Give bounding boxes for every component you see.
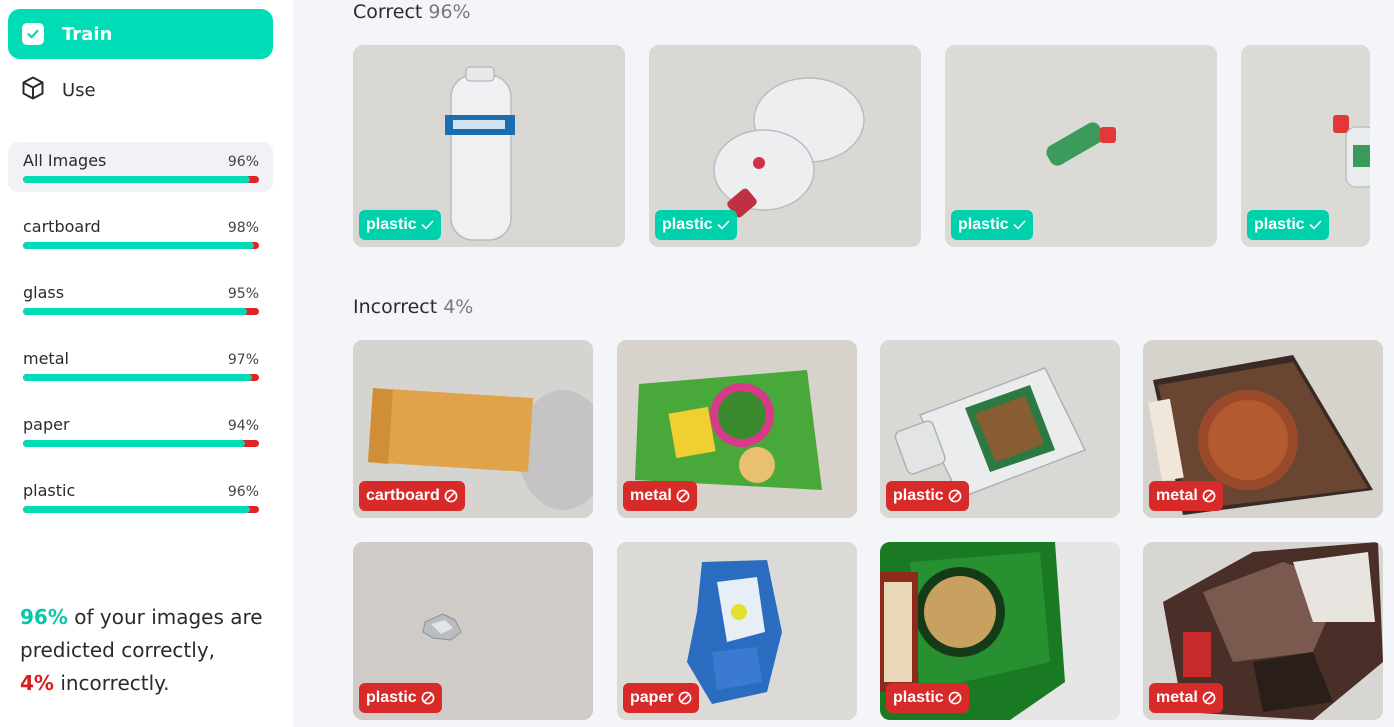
prediction-label: plastic — [366, 689, 417, 706]
summary-incorrect-percent: 4% — [20, 671, 54, 695]
section-title-percent: 96% — [428, 1, 471, 23]
accuracy-bar — [23, 374, 259, 381]
category-name: cartboard — [23, 217, 101, 236]
prediction-badge: paper — [623, 683, 699, 713]
section-title-percent: 4% — [443, 296, 474, 318]
checkmark-icon — [717, 219, 730, 231]
sidebar: Train Use All Images 96% cartboard 98% gla… — [0, 0, 293, 727]
accuracy-bar-fill — [23, 242, 255, 249]
category-percent: 94% — [227, 418, 259, 434]
checkmark-icon — [1013, 219, 1026, 231]
category-percent: 98% — [227, 220, 259, 236]
image-card[interactable]: metal — [1143, 542, 1383, 720]
prediction-badge: plastic — [886, 481, 969, 511]
image-card[interactable]: plastic — [649, 45, 921, 247]
nav-train-label: Train — [62, 23, 113, 45]
nav-use-button[interactable]: Use — [8, 66, 273, 114]
incorrect-section-title: Incorrect 4% — [353, 296, 473, 318]
category-glass[interactable]: glass 95% — [8, 274, 273, 324]
prohibited-icon — [676, 489, 690, 503]
category-name: glass — [23, 283, 65, 302]
summary-text-2: predicted correctly, — [20, 638, 216, 662]
category-percent: 96% — [227, 484, 259, 500]
category-cartboard[interactable]: cartboard 98% — [8, 208, 273, 258]
image-card[interactable]: plastic — [1241, 45, 1370, 247]
nav-use-label: Use — [62, 79, 96, 101]
category-plastic[interactable]: plastic 96% — [8, 472, 273, 522]
checkbox-icon — [22, 23, 44, 45]
category-metal[interactable]: metal 97% — [8, 340, 273, 390]
accuracy-summary: 96% of your images are predicted correct… — [20, 601, 280, 700]
summary-correct-percent: 96% — [20, 605, 68, 629]
image-card[interactable]: plastic — [880, 542, 1120, 720]
category-percent: 97% — [227, 352, 259, 368]
prediction-label: metal — [1156, 487, 1198, 504]
prediction-badge: plastic — [359, 683, 442, 713]
accuracy-bar — [23, 242, 259, 249]
accuracy-bar-fill — [23, 506, 250, 513]
prohibited-icon — [1202, 489, 1216, 503]
prediction-badge: plastic — [886, 683, 969, 713]
image-card[interactable]: metal — [617, 340, 857, 518]
prediction-badge: metal — [1149, 481, 1223, 511]
prediction-label: plastic — [893, 487, 944, 504]
prediction-label: metal — [630, 487, 672, 504]
image-card[interactable]: plastic — [353, 542, 593, 720]
prediction-label: plastic — [958, 216, 1009, 233]
prediction-label: plastic — [366, 216, 417, 233]
accuracy-bar-fill — [23, 374, 252, 381]
accuracy-bar — [23, 176, 259, 183]
category-paper[interactable]: paper 94% — [8, 406, 273, 456]
category-percent: 95% — [227, 286, 259, 302]
checkmark-icon — [1309, 219, 1322, 231]
prediction-badge: metal — [1149, 683, 1223, 713]
section-title-text: Correct — [353, 1, 423, 23]
prohibited-icon — [444, 489, 458, 503]
section-title-text: Incorrect — [353, 296, 438, 318]
prediction-label: metal — [1156, 689, 1198, 706]
image-card[interactable]: cartboard — [353, 340, 593, 518]
prediction-label: plastic — [1254, 216, 1305, 233]
prediction-badge: plastic — [359, 210, 441, 240]
image-card[interactable]: plastic — [880, 340, 1120, 518]
category-name: paper — [23, 415, 70, 434]
image-card[interactable]: paper — [617, 542, 857, 720]
prediction-badge: metal — [623, 481, 697, 511]
summary-text-3: incorrectly. — [53, 671, 170, 695]
accuracy-bar — [23, 506, 259, 513]
prohibited-icon — [948, 691, 962, 705]
category-all-images[interactable]: All Images 96% — [8, 142, 273, 192]
summary-text-1: of your images are — [67, 605, 263, 629]
prohibited-icon — [1202, 691, 1216, 705]
cube-icon — [20, 75, 46, 105]
category-name: plastic — [23, 481, 76, 500]
prediction-badge: plastic — [951, 210, 1033, 240]
prediction-label: plastic — [662, 216, 713, 233]
category-name: All Images — [23, 151, 107, 170]
category-percent: 96% — [227, 154, 259, 170]
prohibited-icon — [948, 489, 962, 503]
checkmark-icon — [421, 219, 434, 231]
image-card[interactable]: metal — [1143, 340, 1383, 518]
prediction-badge: plastic — [655, 210, 737, 240]
prediction-label: paper — [630, 689, 674, 706]
prediction-label: plastic — [893, 689, 944, 706]
accuracy-bar — [23, 440, 259, 447]
prediction-badge: cartboard — [359, 481, 465, 511]
image-card[interactable]: plastic — [945, 45, 1217, 247]
correct-section-title: Correct 96% — [353, 1, 471, 23]
accuracy-bar-fill — [23, 440, 245, 447]
accuracy-bar-fill — [23, 176, 250, 183]
accuracy-bar-fill — [23, 308, 248, 315]
prohibited-icon — [421, 691, 435, 705]
prohibited-icon — [678, 691, 692, 705]
prediction-label: cartboard — [366, 487, 440, 504]
image-card[interactable]: plastic — [353, 45, 625, 247]
nav-train-button[interactable]: Train — [8, 9, 273, 59]
accuracy-bar — [23, 308, 259, 315]
category-name: metal — [23, 349, 69, 368]
prediction-badge: plastic — [1247, 210, 1329, 240]
